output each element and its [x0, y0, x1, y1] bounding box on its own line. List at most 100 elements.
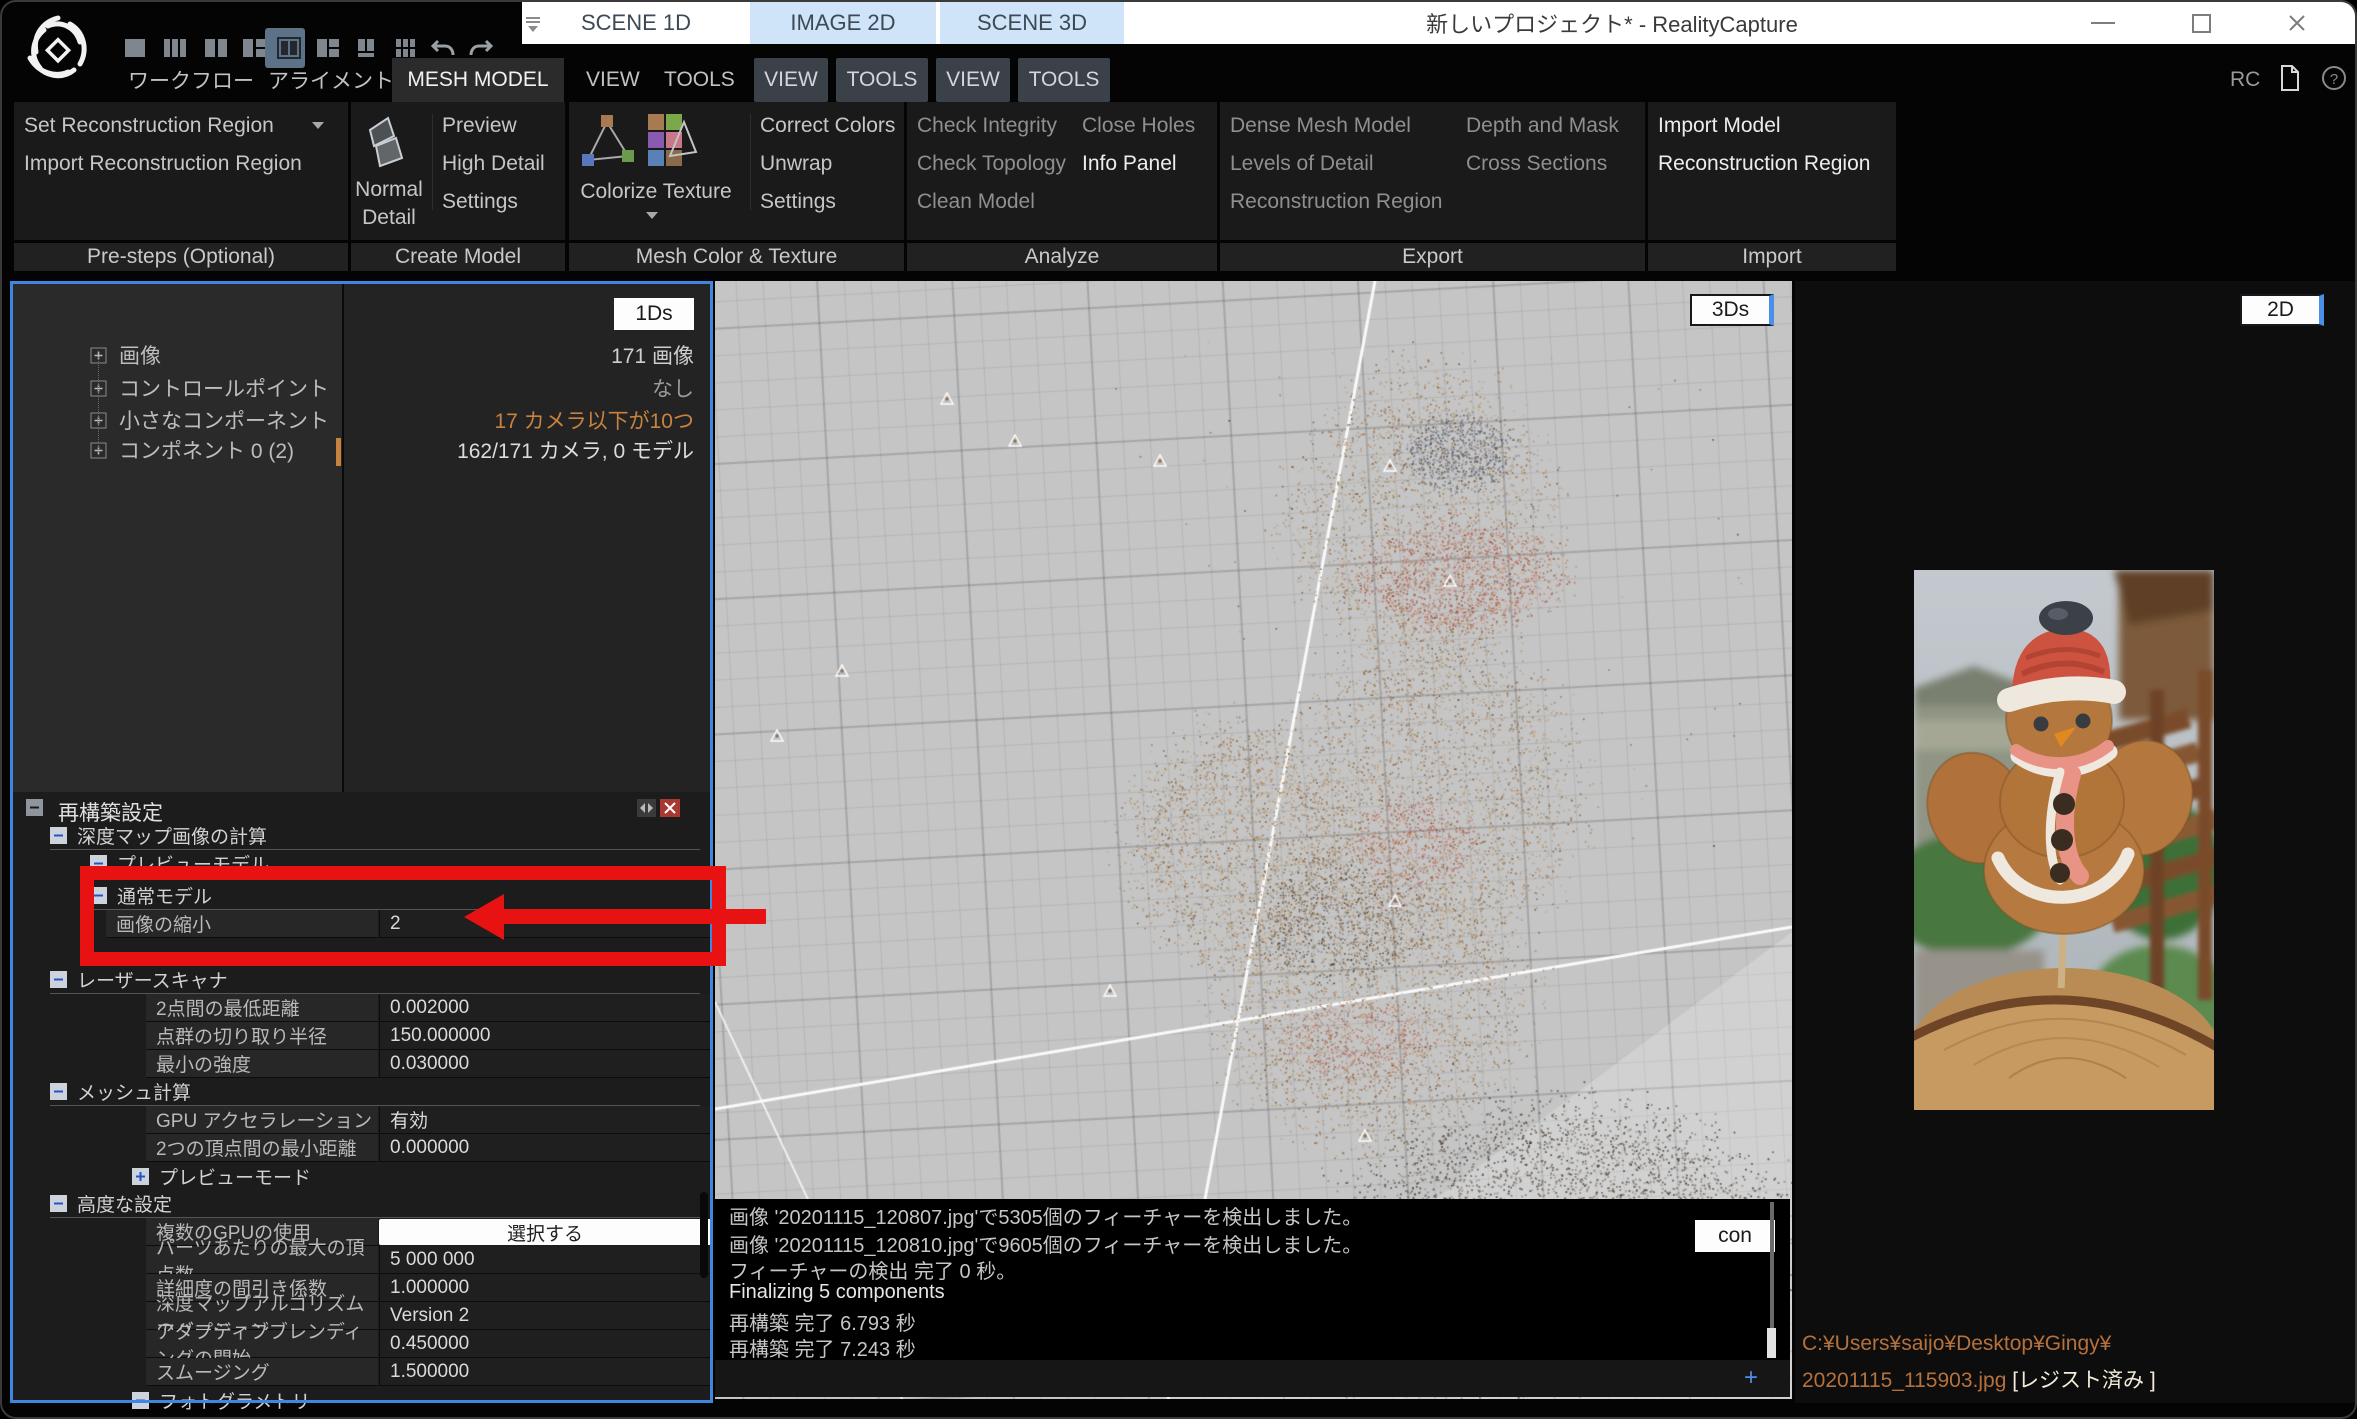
console-scrollbar-thumb[interactable]: [1767, 1328, 1776, 1358]
menu-mesh-model[interactable]: MESH MODEL: [392, 58, 564, 102]
console-input-row[interactable]: [715, 1360, 1790, 1397]
close-holes-button[interactable]: Close Holes: [1082, 114, 1195, 138]
unwrap-button[interactable]: Unwrap: [760, 152, 832, 176]
setting-value[interactable]: 0.002000: [379, 994, 711, 1022]
setting-value[interactable]: Version 2: [379, 1302, 711, 1330]
texture-settings-button[interactable]: Settings: [760, 190, 836, 214]
texture-mosaic-icon[interactable]: [644, 110, 702, 170]
collapse-icon[interactable]: [90, 855, 107, 872]
collapse-icon[interactable]: [26, 799, 43, 816]
export-reconstruction-region-button[interactable]: Reconstruction Region: [1230, 190, 1442, 214]
collapse-icon[interactable]: [50, 827, 67, 844]
select-gpu-button[interactable]: 選択する: [379, 1219, 711, 1245]
collapse-icon[interactable]: [50, 1195, 67, 1212]
cross-sections-button[interactable]: Cross Sections: [1466, 152, 1607, 176]
document-icon[interactable]: [2278, 64, 2302, 92]
file-name[interactable]: 20201115_115903.jpg [レジスト済み ]: [1802, 1364, 2156, 1394]
rc-badge: RC: [2230, 68, 2260, 92]
info-panel-button[interactable]: Info Panel: [1082, 152, 1177, 176]
console-line: 画像 '20201115_120810.jpg'で9605個のフィーチャーを検出…: [729, 1229, 1362, 1258]
create-settings-button[interactable]: Settings: [442, 190, 518, 214]
tab-scene-3d[interactable]: SCENE 3D: [938, 2, 1124, 44]
normal-detail-label-1[interactable]: Normal: [354, 178, 424, 202]
ribbon-collapse-icon[interactable]: [523, 14, 543, 34]
levels-of-detail-button[interactable]: Levels of Detail: [1230, 152, 1374, 176]
tree-item-images[interactable]: 画像: [90, 340, 340, 370]
setting-value[interactable]: 1.000000: [379, 1274, 711, 1302]
menu-view-3[interactable]: VIEW: [936, 58, 1010, 102]
clean-model-button[interactable]: Clean Model: [917, 190, 1035, 214]
setting-value[interactable]: 0.450000: [379, 1330, 711, 1358]
check-integrity-button[interactable]: Check Integrity: [917, 114, 1057, 138]
menu-tools-2[interactable]: TOOLS: [836, 58, 928, 102]
setting-value[interactable]: 5 000 000: [379, 1246, 711, 1274]
setting-row-max-vertices: パーツあたりの最大の頂点数5 000 000: [16, 1246, 704, 1274]
setting-value[interactable]: 0.030000: [379, 1050, 711, 1078]
menu-view-2[interactable]: VIEW: [754, 58, 828, 102]
correct-colors-button[interactable]: Correct Colors: [760, 114, 895, 138]
tab-image-2d[interactable]: IMAGE 2D: [748, 2, 936, 44]
minimize-button[interactable]: [2073, 2, 2133, 44]
chevron-down-icon[interactable]: [646, 212, 658, 219]
settings-section-laser-scan[interactable]: レーザースキャナ: [50, 966, 700, 994]
tab-image-2d-label: IMAGE 2D: [790, 10, 895, 36]
colorize-texture-button[interactable]: Colorize Texture: [574, 180, 738, 204]
settings-section-advanced[interactable]: 高度な設定: [50, 1190, 700, 1218]
menu-tools-3[interactable]: TOOLS: [1018, 58, 1110, 102]
check-topology-button[interactable]: Check Topology: [917, 152, 1066, 176]
maximize-button[interactable]: [2171, 2, 2231, 44]
collapse-icon[interactable]: [50, 1083, 67, 1100]
setting-value[interactable]: 有効: [379, 1106, 711, 1134]
console-add-button[interactable]: +: [1744, 1364, 1758, 1392]
settings-section-preview-model[interactable]: プレビューモデル: [90, 850, 700, 878]
menu-workflow[interactable]: ワークフロー: [120, 58, 262, 102]
collapse-icon[interactable]: [90, 887, 107, 904]
colorize-triangle-icon[interactable]: [580, 112, 634, 170]
settings-section-preview-mode[interactable]: プレビューモード: [132, 1162, 700, 1190]
close-button[interactable]: [2267, 2, 2327, 44]
setting-value[interactable]: 0.000000: [379, 1134, 711, 1162]
tab-console[interactable]: con: [1695, 1220, 1775, 1252]
tree-item-components[interactable]: コンポネント 0 (2): [90, 435, 340, 465]
setting-value-image-downscale[interactable]: 2: [379, 910, 711, 938]
settings-section-normal-model[interactable]: 通常モデル: [90, 882, 700, 910]
chevron-down-icon[interactable]: [312, 122, 324, 129]
console-panel[interactable]: 画像 '20201115_120807.jpg'で5305個のフィーチャーを検出…: [715, 1199, 1790, 1360]
settings-section-photogrammetry[interactable]: フォトグラメトリ: [132, 1386, 700, 1414]
tab-2d[interactable]: 2D: [2240, 294, 2324, 326]
group-label-presteps: Pre-steps (Optional): [14, 243, 348, 271]
expand-icon[interactable]: [132, 1168, 149, 1185]
collapse-icon[interactable]: [50, 971, 67, 988]
section-label: プレビューモード: [159, 1163, 311, 1190]
setting-row-smoothing: スムージング1.500000: [16, 1358, 704, 1386]
help-icon[interactable]: ?: [2320, 64, 2348, 92]
dock-icon[interactable]: [637, 799, 656, 817]
dense-mesh-model-button[interactable]: Dense Mesh Model: [1230, 114, 1411, 138]
import-reconstruction-region-2-button[interactable]: Reconstruction Region: [1658, 152, 1870, 176]
close-settings-icon[interactable]: [660, 799, 680, 817]
menu-alignment[interactable]: アライメント: [260, 58, 402, 102]
tree-divider[interactable]: [342, 284, 344, 792]
high-detail-button[interactable]: High Detail: [442, 152, 545, 176]
tree-item-control-points[interactable]: コントロールポイント: [90, 373, 340, 403]
setting-value[interactable]: 150.000000: [379, 1022, 711, 1050]
menu-view-1[interactable]: VIEW: [578, 58, 648, 102]
setting-value[interactable]: 1.500000: [379, 1358, 711, 1386]
settings-section-meshing[interactable]: メッシュ計算: [50, 1078, 700, 1106]
menu-tools-1[interactable]: TOOLS: [656, 58, 743, 102]
import-reconstruction-region-button[interactable]: Import Reconstruction Region: [24, 152, 302, 176]
tab-scene-1d[interactable]: SCENE 1D: [526, 2, 746, 44]
photo-gingerbread[interactable]: [1914, 570, 2214, 1110]
tree-item-small-components[interactable]: 小さなコンポーネント: [90, 405, 340, 435]
normal-detail-label-2[interactable]: Detail: [354, 206, 424, 230]
normal-detail-icon[interactable]: [360, 114, 414, 170]
preview-button[interactable]: Preview: [442, 114, 517, 138]
tab-1ds[interactable]: 1Ds: [614, 298, 694, 330]
depth-and-mask-button[interactable]: Depth and Mask: [1466, 114, 1619, 138]
set-reconstruction-region-button[interactable]: Set Reconstruction Region: [24, 114, 274, 138]
tab-3ds[interactable]: 3Ds: [1690, 294, 1774, 326]
settings-scrollbar-thumb[interactable]: [700, 1192, 708, 1278]
collapse-icon[interactable]: [132, 1392, 149, 1409]
console-line: 再構築 完了 7.243 秒: [729, 1333, 916, 1360]
import-model-button[interactable]: Import Model: [1658, 114, 1781, 138]
